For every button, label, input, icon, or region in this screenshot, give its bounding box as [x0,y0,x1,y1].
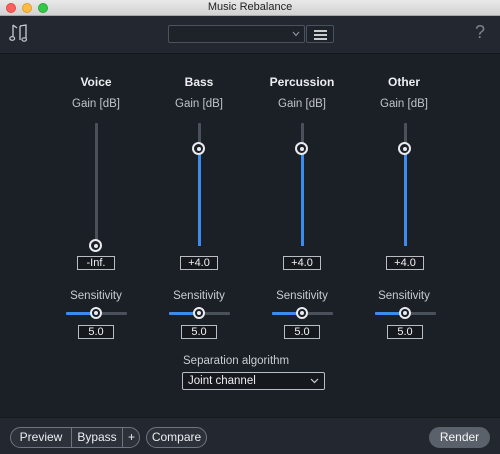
gain-slider-handle-other[interactable] [398,142,411,155]
sensitivity-value-percussion[interactable]: 5.0 [284,325,320,339]
hamburger-menu-icon [314,30,327,32]
gain-slider-handle-percussion[interactable] [295,142,308,155]
channel-title-percussion: Percussion [269,75,335,89]
gain-slider-fill-other [404,148,407,246]
gain-label-other: Gain [dB] [380,98,428,110]
compare-button[interactable]: Compare [146,427,207,448]
title-bar: Music Rebalance [0,0,500,16]
gain-slider-handle-bass[interactable] [192,142,205,155]
preset-dropdown[interactable] [168,25,305,43]
chevron-down-icon [292,31,300,37]
sensitivity-label-other: Sensitivity [378,290,430,302]
sensitivity-handle-voice[interactable] [90,307,102,319]
separation-algorithm-value: Joint channel [188,375,256,387]
gain-value-other[interactable]: +4.0 [386,256,424,270]
sensitivity-label-voice: Sensitivity [70,290,122,302]
preview-button[interactable]: Preview [11,428,72,447]
window-title: Music Rebalance [207,1,293,13]
module-panel: Voice Gain [dB] -Inf. Bass Gain [dB] +4.… [0,55,500,417]
sensitivity-label-percussion: Sensitivity [276,290,328,302]
preview-button-group: Preview Bypass + [10,427,140,448]
bypass-button[interactable]: Bypass [72,428,123,447]
separation-algorithm-label: Separation algorithm [183,355,290,367]
sensitivity-value-voice[interactable]: 5.0 [78,325,114,339]
menu-button[interactable] [306,25,334,43]
sensitivity-label-bass: Sensitivity [173,290,225,302]
separation-algorithm-dropdown[interactable]: Joint channel [182,372,325,390]
header-bar: ? [0,16,500,54]
gain-label-voice: Gain [dB] [72,98,120,110]
render-button[interactable]: Render [429,427,490,448]
chevron-down-icon [310,378,319,384]
hamburger-menu-icon-line [314,34,327,36]
channel-title-voice: Voice [80,75,112,89]
gain-slider-fill-bass [198,148,201,246]
sensitivity-handle-bass[interactable] [193,307,205,319]
sensitivity-value-other[interactable]: 5.0 [387,325,423,339]
gain-slider-fill-percussion [301,148,304,246]
gain-label-bass: Gain [dB] [175,98,223,110]
music-note-icon[interactable] [9,23,29,45]
gain-slider-handle-voice[interactable] [89,239,102,252]
gain-value-bass[interactable]: +4.0 [180,256,218,270]
gain-slider-track-voice[interactable] [95,123,98,246]
gain-value-voice[interactable]: -Inf. [77,256,115,270]
sensitivity-handle-other[interactable] [399,307,411,319]
help-icon[interactable]: ? [475,22,485,43]
channel-title-bass: Bass [184,75,214,89]
add-bypass-button[interactable]: + [123,428,140,447]
gain-value-percussion[interactable]: +4.0 [283,256,321,270]
hamburger-menu-icon-line [314,38,327,40]
footer-bar: Preview Bypass + Compare Render [0,417,500,454]
sensitivity-handle-percussion[interactable] [296,307,308,319]
gain-label-percussion: Gain [dB] [278,98,326,110]
sensitivity-value-bass[interactable]: 5.0 [181,325,217,339]
channel-title-other: Other [387,75,420,89]
